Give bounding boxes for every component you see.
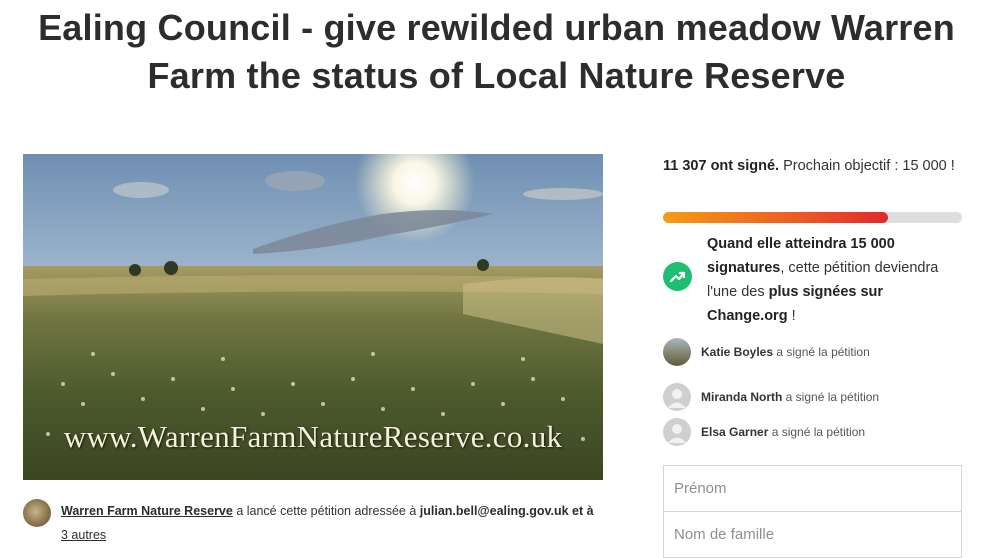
- starter-avatar[interactable]: [23, 499, 51, 527]
- milestone-end: !: [787, 308, 796, 324]
- signer-action: a signé la pétition: [782, 390, 880, 404]
- signature-progress-bar: [663, 212, 962, 223]
- milestone-message: Quand elle atteindra 15 000 signatures, …: [663, 232, 963, 328]
- signer-action: a signé la pétition: [768, 425, 866, 439]
- signer-name: Katie Boyles: [701, 345, 774, 359]
- other-recipients-link[interactable]: 3 autres: [61, 528, 106, 542]
- first-name-field[interactable]: [663, 465, 962, 512]
- recipient-email: julian.bell@ealing.gov.uk: [419, 504, 569, 518]
- last-name-field[interactable]: [663, 511, 962, 558]
- next-goal: Prochain objectif : 15 000 !: [779, 158, 955, 174]
- signed-count: 11 307 ont signé.: [663, 158, 780, 174]
- signer-action: a signé la pétition: [773, 345, 870, 359]
- starter-and-text: et à: [568, 504, 594, 518]
- signer-avatar: [663, 338, 691, 366]
- default-avatar-icon: [663, 418, 691, 446]
- signature-count: 11 307 ont signé. Prochain objectif : 15…: [663, 154, 963, 178]
- milestone-text: Quand elle atteindra 15 000 signatures, …: [707, 232, 963, 328]
- starter-action-text: a lancé cette pétition adressée à: [232, 504, 420, 518]
- signer-text: Katie Boyles a signé la pétition: [701, 345, 870, 359]
- image-caption: www.WarrenFarmNatureReserve.co.uk: [63, 419, 563, 454]
- petition-starter: Warren Farm Nature Reserve a lancé cette…: [23, 499, 613, 547]
- trending-up-icon: [663, 262, 692, 291]
- progress-fill: [663, 212, 889, 223]
- default-avatar-icon: [663, 383, 691, 411]
- petition-image: www.WarrenFarmNatureReserve.co.uk: [23, 154, 603, 480]
- signer-name: Elsa Garner: [701, 425, 769, 439]
- signer-name: Miranda North: [701, 390, 783, 404]
- signer-text: Miranda North a signé la pétition: [701, 390, 879, 404]
- signer-text: Elsa Garner a signé la pétition: [701, 425, 865, 439]
- starter-name-link[interactable]: Warren Farm Nature Reserve: [61, 504, 233, 518]
- petition-title: Ealing Council - give rewilded urban mea…: [38, 7, 955, 96]
- starter-text: Warren Farm Nature Reserve a lancé cette…: [61, 499, 613, 547]
- signature-sidebar: 11 307 ont signé. Prochain objectif : 15…: [663, 154, 963, 446]
